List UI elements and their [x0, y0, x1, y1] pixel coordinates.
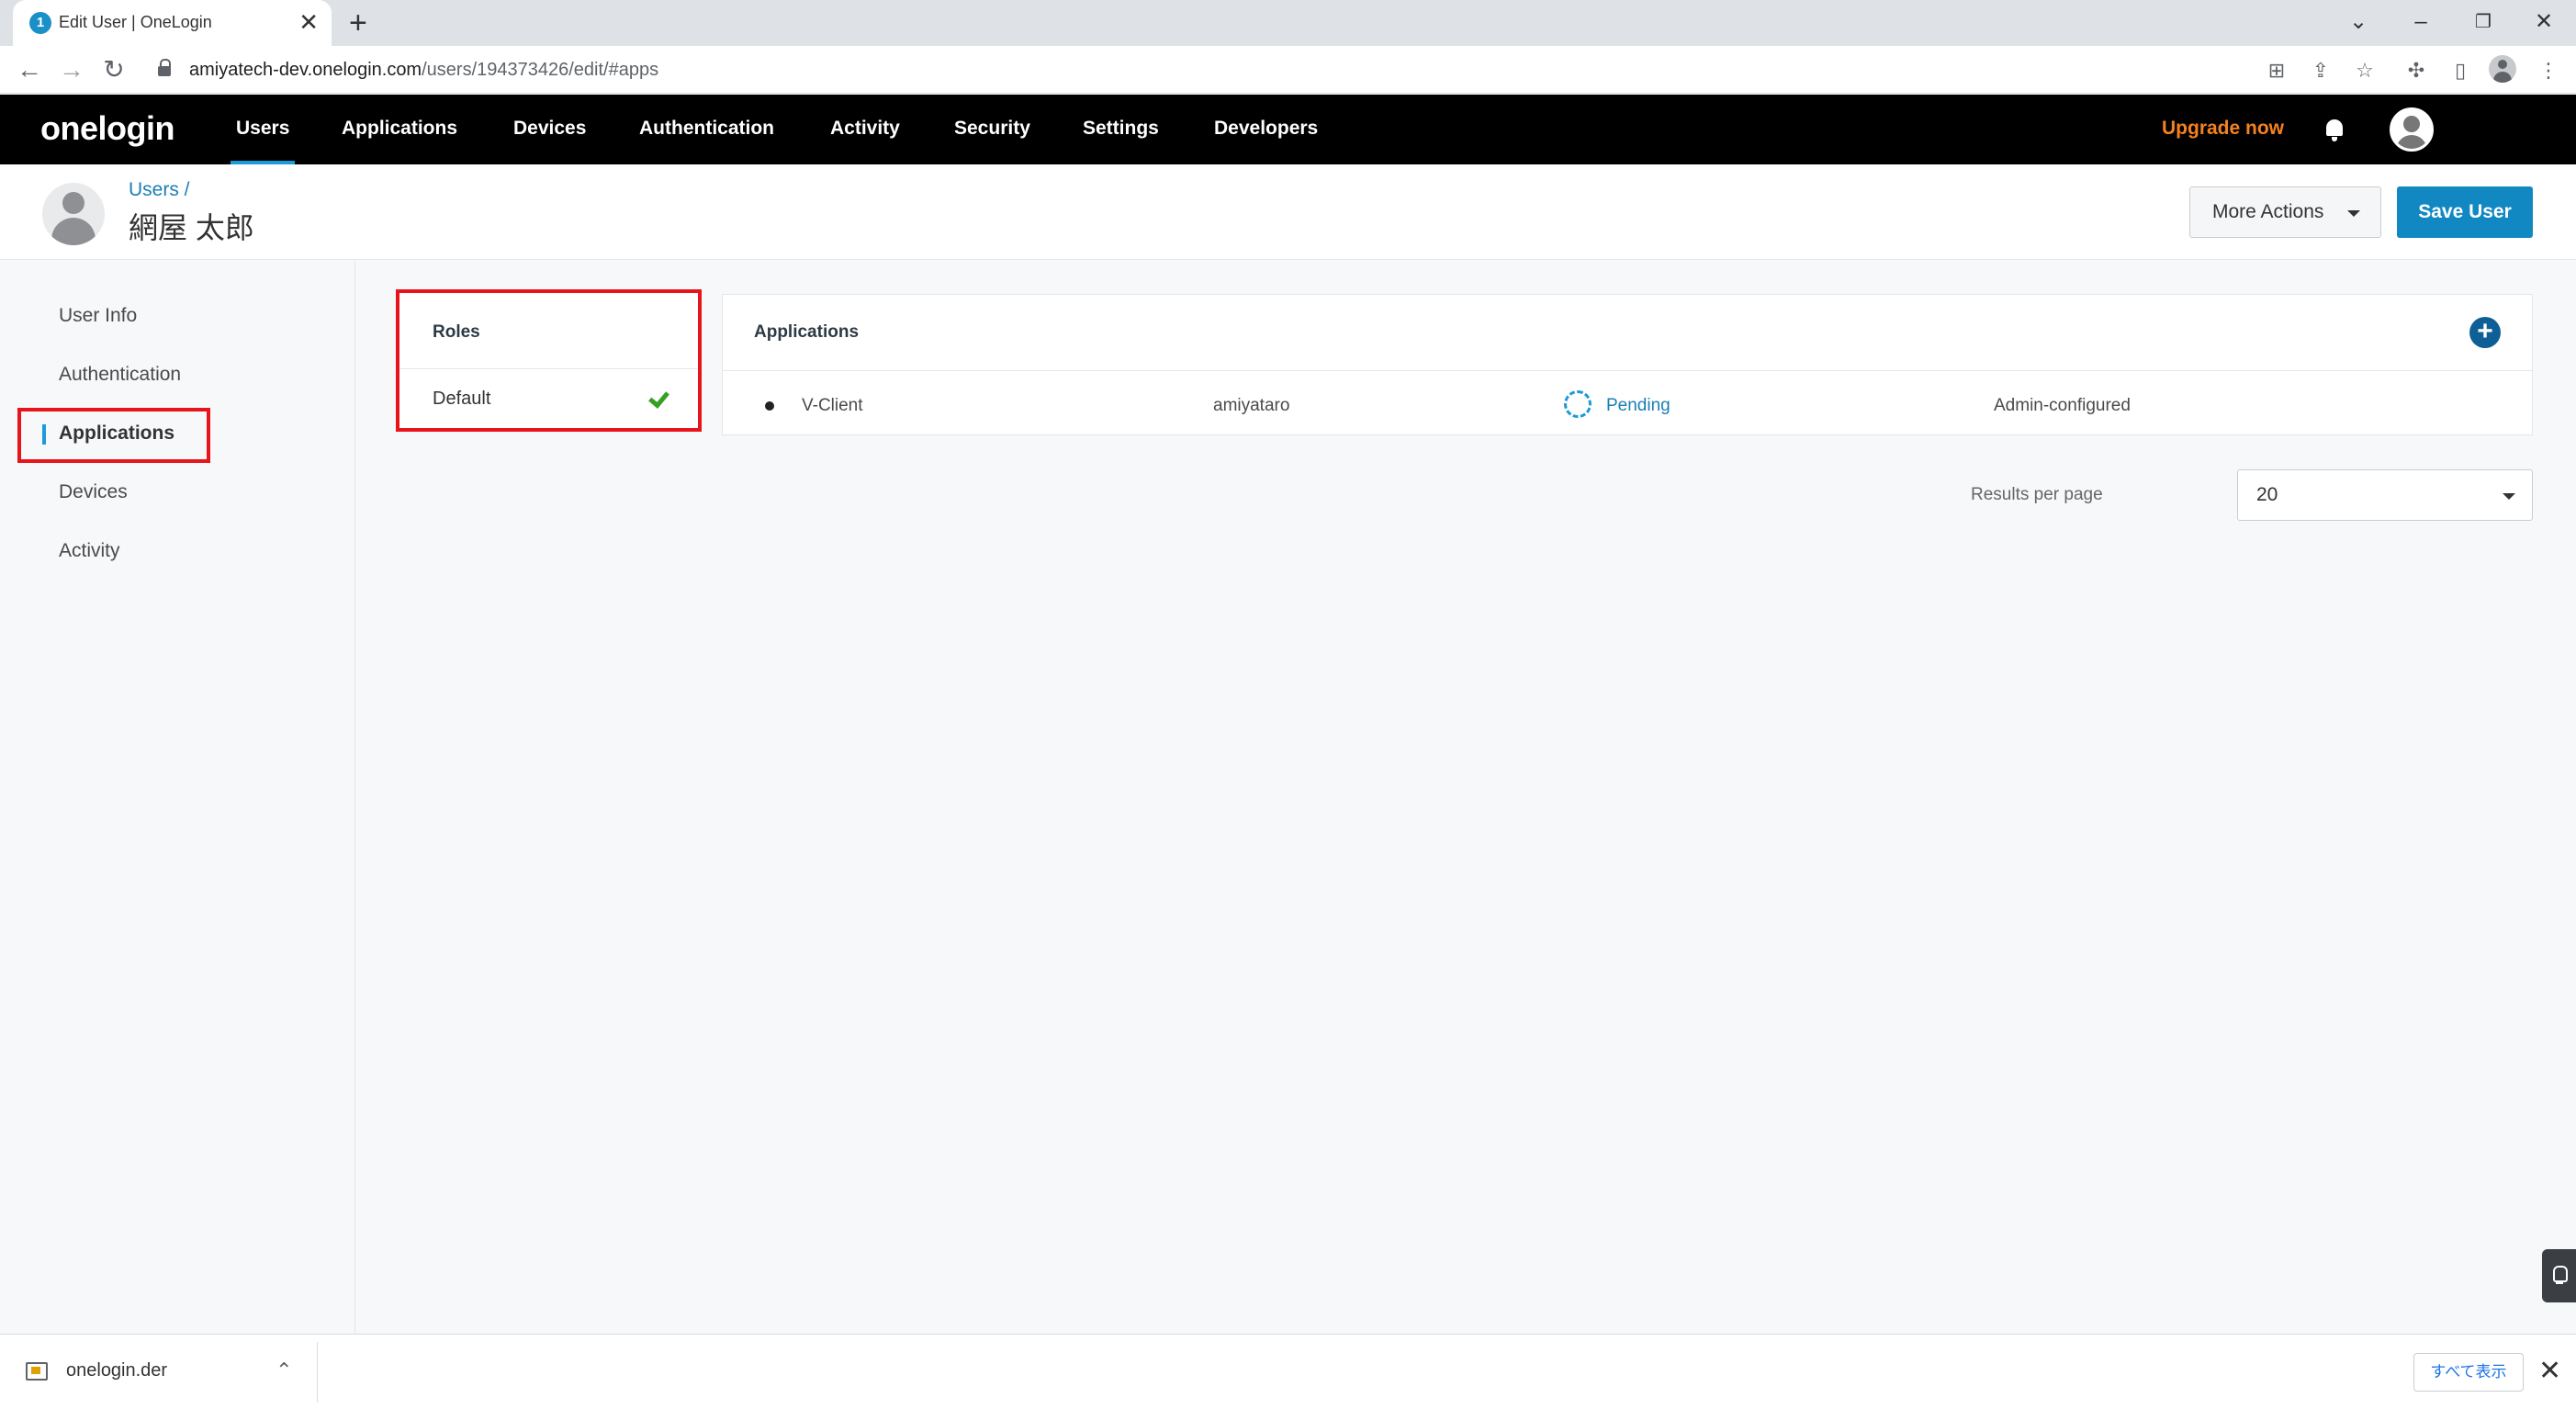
app-login: amiyataro — [1213, 396, 1290, 415]
download-file-name[interactable]: onelogin.der — [66, 1360, 167, 1381]
add-application-icon[interactable]: + — [2469, 317, 2501, 348]
nav-users[interactable]: Users — [230, 118, 296, 164]
caret-down-icon — [2503, 493, 2515, 500]
row-bullet-icon — [765, 401, 774, 411]
back-icon[interactable]: ← — [13, 53, 46, 86]
user-avatar — [42, 183, 105, 245]
highlight-box-applications — [17, 408, 210, 463]
nav-developers[interactable]: Developers — [1214, 118, 1318, 140]
nav-activity[interactable]: Activity — [830, 118, 900, 140]
share-icon[interactable]: ⇪ — [2307, 57, 2334, 85]
page-title: 網屋 太郎 — [129, 211, 254, 244]
sidebar-item-activity[interactable]: Activity — [59, 540, 120, 562]
onelogin-logo[interactable]: onelogin — [40, 109, 174, 148]
save-user-button[interactable]: Save User — [2397, 186, 2533, 238]
sidebar-item-authentication[interactable]: Authentication — [59, 364, 181, 386]
caret-down-icon — [2347, 210, 2360, 217]
breadcrumb-users[interactable]: Users / — [129, 179, 190, 201]
nav-authentication[interactable]: Authentication — [639, 118, 774, 140]
app-name[interactable]: V-Client — [802, 396, 863, 416]
more-actions-label: More Actions — [2212, 201, 2324, 222]
nav-devices[interactable]: Devices — [513, 118, 586, 140]
browser-toolbar: ← → ↻ amiyatech-dev.onelogin.com/users/1… — [0, 46, 2576, 94]
translate-icon[interactable]: ⊞ — [2263, 57, 2290, 85]
pending-icon — [1564, 390, 1592, 418]
tab-close-icon[interactable]: ✕ — [298, 8, 319, 36]
highlight-box-roles — [396, 289, 702, 432]
lightbulb-icon[interactable] — [2542, 1249, 2576, 1302]
download-bar: onelogin.der ⌄ すべて表示 ✕ — [0, 1334, 2576, 1409]
url-text: amiyatech-dev.onelogin.com/users/1943734… — [189, 60, 659, 80]
window-close-icon[interactable]: ✕ — [2525, 4, 2562, 40]
browser-tabstrip: 1 Edit User | OneLogin ✕ + ⌄ – ❐ ✕ — [0, 0, 2576, 46]
reload-icon[interactable]: ↻ — [97, 53, 130, 86]
restore-icon[interactable]: ❐ — [2465, 4, 2502, 40]
address-bar[interactable]: amiyatech-dev.onelogin.com/users/1943734… — [145, 51, 2340, 89]
upgrade-now-link[interactable]: Upgrade now — [2162, 118, 2284, 140]
more-actions-button[interactable]: More Actions — [2189, 186, 2381, 238]
applications-title: Applications — [754, 322, 860, 342]
extensions-icon[interactable]: ✣ — [2402, 57, 2430, 85]
certificate-file-icon — [26, 1362, 48, 1381]
bell-icon[interactable] — [2323, 117, 2345, 142]
nav-applications[interactable]: Applications — [342, 118, 457, 140]
account-avatar[interactable] — [2390, 107, 2434, 152]
new-tab-icon[interactable]: + — [349, 6, 367, 40]
menu-icon[interactable]: ⋮ — [2535, 57, 2562, 85]
tab-search-chevron-icon[interactable]: ⌄ — [2340, 4, 2377, 40]
nav-settings[interactable]: Settings — [1083, 118, 1159, 140]
results-per-page-select[interactable]: 20 — [2237, 469, 2533, 521]
page-header: Users / 網屋 太郎 More Actions Save User — [0, 164, 2576, 260]
onelogin-favicon-icon: 1 — [29, 12, 51, 34]
lock-icon[interactable] — [158, 59, 171, 76]
sidebar-item-devices[interactable]: Devices — [59, 481, 128, 503]
app-top-nav: onelogin Users Applications Devices Auth… — [0, 95, 2576, 164]
divider — [317, 1342, 318, 1403]
applications-card: Applications + V-Client amiyataro Pendin… — [722, 294, 2533, 435]
side-panel-icon[interactable]: ▯ — [2447, 57, 2474, 85]
forward-icon[interactable]: → — [55, 53, 88, 86]
chevron-up-icon[interactable]: ⌄ — [276, 1357, 292, 1381]
sidebar-item-user-info[interactable]: User Info — [59, 305, 137, 327]
divider — [723, 370, 2532, 371]
results-per-page-label: Results per page — [1971, 485, 2103, 504]
tab-title: Edit User | OneLogin — [59, 13, 212, 31]
app-status[interactable]: Pending — [1606, 396, 1670, 416]
star-icon[interactable]: ☆ — [2351, 57, 2379, 85]
show-all-button[interactable]: すべて表示 — [2413, 1353, 2524, 1392]
app-provisioning: Admin-configured — [1994, 396, 2131, 415]
nav-security[interactable]: Security — [954, 118, 1030, 140]
profile-icon[interactable] — [2489, 55, 2516, 83]
minimize-icon[interactable]: – — [2402, 4, 2439, 40]
download-bar-close-icon[interactable]: ✕ — [2538, 1355, 2561, 1388]
results-per-page-value: 20 — [2256, 484, 2278, 505]
browser-tab[interactable]: 1 Edit User | OneLogin ✕ — [13, 0, 332, 46]
